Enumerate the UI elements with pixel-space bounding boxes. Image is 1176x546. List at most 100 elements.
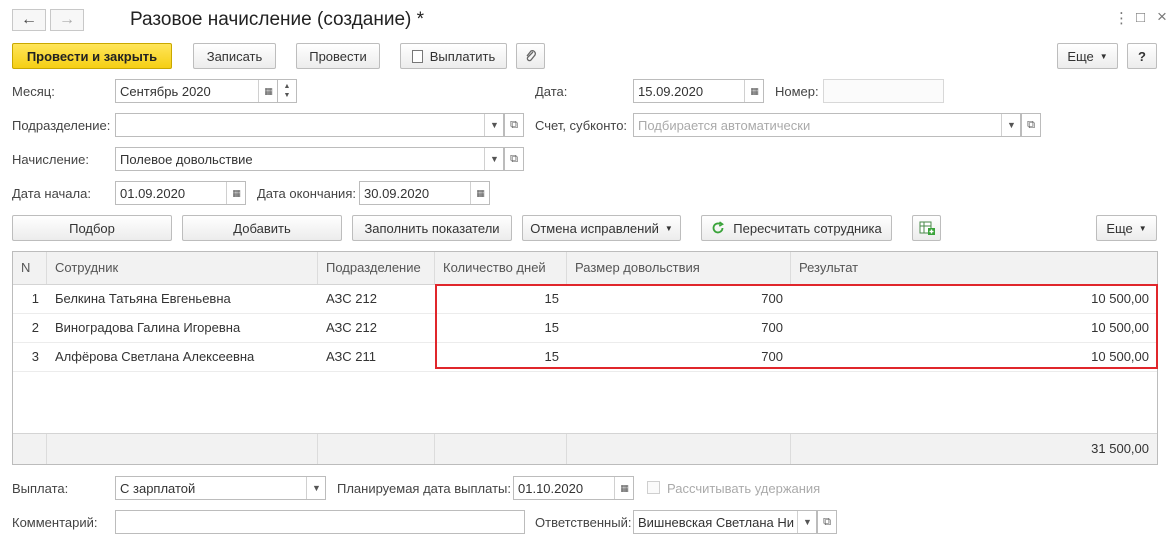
- number-field[interactable]: [823, 79, 944, 103]
- payment-label: Выплата:: [12, 481, 69, 496]
- start-date-field[interactable]: 01.09.2020 ▦: [115, 181, 246, 205]
- responsible-label: Ответственный:: [535, 515, 632, 530]
- post-and-close-button[interactable]: Провести и закрыть: [12, 43, 172, 69]
- month-field[interactable]: Сентябрь 2020 ▦: [115, 79, 278, 103]
- date-label: Дата:: [535, 84, 568, 99]
- month-label: Месяц:: [12, 84, 55, 99]
- total-result: 31 500,00: [1091, 441, 1149, 456]
- account-label: Счет, субконто:: [535, 118, 628, 133]
- planned-date-field[interactable]: 01.10.2020 ▦: [513, 476, 634, 500]
- row-number: 2: [31, 320, 39, 335]
- chevron-down-icon[interactable]: ▼: [306, 477, 325, 499]
- account-placeholder: Подбирается автоматически: [638, 117, 811, 133]
- close-icon[interactable]: ×: [1157, 7, 1167, 27]
- spreadsheet-button[interactable]: [912, 215, 941, 241]
- open-department-button[interactable]: ⧉: [504, 113, 524, 137]
- recalculate-employee-label: Пересчитать сотрудника: [733, 220, 882, 236]
- fill-indicators-button[interactable]: Заполнить показатели: [352, 215, 512, 241]
- payment-value: С зарплатой: [120, 480, 196, 496]
- maximize-icon[interactable]: □: [1136, 9, 1145, 26]
- attach-button[interactable]: [516, 43, 545, 69]
- month-value: Сентябрь 2020: [120, 83, 211, 99]
- post-button[interactable]: Провести: [296, 43, 380, 69]
- row-employee: Алфёрова Светлана Алексеевна: [55, 349, 255, 364]
- payment-field[interactable]: С зарплатой ▼: [115, 476, 326, 500]
- account-field[interactable]: Подбирается автоматически ▼: [633, 113, 1021, 137]
- col-department[interactable]: Подразделение: [318, 252, 435, 284]
- spreadsheet-add-icon: [919, 221, 935, 235]
- footer-cell: [13, 434, 47, 464]
- responsible-value: Вишневская Светлана Ни: [638, 514, 794, 530]
- spin-up-icon: ▲: [283, 83, 291, 90]
- open-icon: ⧉: [1027, 118, 1035, 131]
- calc-deductions-checkbox[interactable]: [647, 481, 660, 494]
- accrual-field[interactable]: Полевое довольствие ▼: [115, 147, 504, 171]
- pay-button[interactable]: Выплатить: [400, 43, 507, 69]
- chevron-down-icon: ▼: [1099, 51, 1108, 61]
- start-date-label: Дата начала:: [12, 186, 91, 201]
- add-button[interactable]: Добавить: [182, 215, 342, 241]
- calc-deductions-label: Рассчитывать удержания: [667, 481, 821, 496]
- end-date-field[interactable]: 30.09.2020 ▦: [359, 181, 490, 205]
- open-accrual-button[interactable]: ⧉: [504, 147, 524, 171]
- accrual-label: Начисление:: [12, 152, 89, 167]
- footer-cell: [47, 434, 318, 464]
- col-n[interactable]: N: [13, 252, 47, 284]
- calendar-icon[interactable]: ▦: [258, 80, 277, 102]
- table-footer: 31 500,00: [13, 433, 1157, 464]
- recalculate-employee-button[interactable]: Пересчитать сотрудника: [701, 215, 892, 241]
- calendar-icon[interactable]: ▦: [614, 477, 633, 499]
- open-responsible-button[interactable]: ⧉: [817, 510, 837, 534]
- col-days[interactable]: Количество дней: [435, 252, 567, 284]
- month-spinner[interactable]: ▲ ▼: [277, 79, 297, 103]
- more-button[interactable]: Еще ▼: [1057, 43, 1118, 69]
- accrual-value: Полевое довольствие: [120, 151, 253, 167]
- more-button-label: Еще: [1067, 48, 1094, 64]
- planned-date-value: 01.10.2020: [518, 480, 584, 496]
- chevron-down-icon[interactable]: ▼: [484, 148, 503, 170]
- responsible-field[interactable]: Вишневская Светлана Ни ▼: [633, 510, 817, 534]
- start-date-value: 01.09.2020: [120, 185, 186, 201]
- open-icon: ⧉: [823, 515, 831, 528]
- department-label: Подразделение:: [12, 118, 111, 133]
- row-employee: Виноградова Галина Игоревна: [55, 320, 241, 335]
- cancel-corrections-button[interactable]: Отмена исправлений ▼: [522, 215, 681, 241]
- forward-button[interactable]: →: [50, 9, 84, 31]
- date-value: 15.09.2020: [638, 83, 704, 99]
- table-header: N Сотрудник Подразделение Количество дне…: [13, 252, 1157, 285]
- pay-button-label: Выплатить: [429, 48, 496, 64]
- col-result[interactable]: Результат: [791, 252, 1157, 284]
- arrow-right-icon: →: [59, 11, 75, 28]
- row-department: АЗС 212: [326, 320, 377, 335]
- save-button[interactable]: Записать: [193, 43, 276, 69]
- col-employee[interactable]: Сотрудник: [47, 252, 318, 284]
- date-field[interactable]: 15.09.2020 ▦: [633, 79, 764, 103]
- paperclip-icon: [525, 50, 536, 62]
- row-number: 1: [31, 291, 39, 306]
- open-account-button[interactable]: ⧉: [1021, 113, 1041, 137]
- comment-field[interactable]: [115, 510, 525, 534]
- row-number: 3: [31, 349, 39, 364]
- department-field[interactable]: ▼: [115, 113, 504, 137]
- arrow-left-icon: ←: [21, 11, 37, 28]
- col-amount[interactable]: Размер довольствия: [567, 252, 791, 284]
- spin-down-icon: ▼: [283, 92, 291, 99]
- table-more-button[interactable]: Еще ▼: [1096, 215, 1157, 241]
- row-department: АЗС 212: [326, 291, 377, 306]
- number-label: Номер:: [775, 84, 819, 99]
- calendar-icon[interactable]: ▦: [226, 182, 245, 204]
- page-title: Разовое начисление (создание) *: [130, 9, 425, 30]
- more-icon[interactable]: ⋮: [1114, 9, 1129, 27]
- pick-button[interactable]: Подбор: [12, 215, 172, 241]
- footer-cell: [435, 434, 567, 464]
- calendar-icon[interactable]: ▦: [744, 80, 763, 102]
- chevron-down-icon[interactable]: ▼: [1001, 114, 1020, 136]
- row-department: АЗС 211: [326, 349, 376, 364]
- help-button[interactable]: ?: [1127, 43, 1157, 69]
- chevron-down-icon[interactable]: ▼: [484, 114, 503, 136]
- chevron-down-icon[interactable]: ▼: [797, 511, 816, 533]
- footer-cell: [567, 434, 791, 464]
- chevron-down-icon: ▼: [664, 223, 673, 233]
- calendar-icon[interactable]: ▦: [470, 182, 489, 204]
- back-button[interactable]: ←: [12, 9, 46, 31]
